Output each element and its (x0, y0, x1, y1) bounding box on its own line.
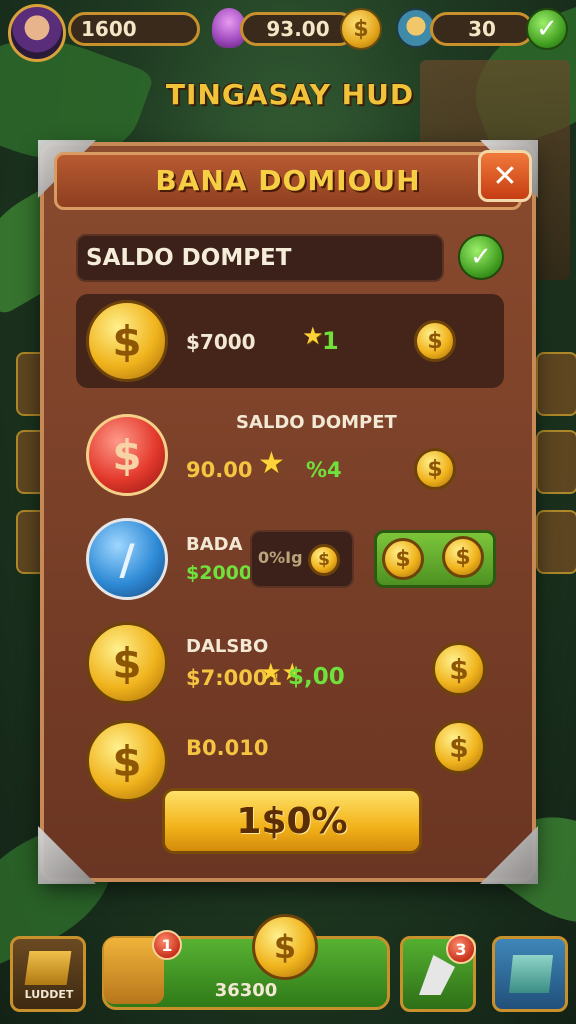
coin-icon: $ (308, 544, 340, 576)
crate-icon (24, 951, 72, 985)
sapphire-coin-icon: / (86, 518, 168, 600)
box-icon (509, 955, 553, 993)
tool-icon (419, 955, 455, 995)
coin-icon: $ (414, 448, 456, 490)
row2-amount: 90.00 (186, 458, 253, 482)
row2-label: SALDO DOMPET (236, 412, 397, 433)
star-icon: ★ (302, 322, 324, 350)
coin-icon: $ (432, 720, 486, 774)
panel-title: BANA DOMIOUH (155, 164, 421, 197)
dollar-coin-icon: $ (86, 720, 168, 802)
notification-badge: 1 (152, 930, 182, 960)
row2-bonus: %4 (306, 458, 342, 482)
center-value: 36300 (214, 980, 278, 1001)
notification-badge: 3 (446, 934, 476, 964)
dollar-coin-icon: $ (86, 622, 168, 704)
confirm-check-icon[interactable]: ✓ (526, 8, 568, 50)
wallet-panel: BANA DOMIOUH ✕ SALDO DOMPET ✓ $ $7000 ★ … (38, 140, 538, 884)
dollar-coin-icon: $ (86, 300, 168, 382)
pet-value: 30 (468, 17, 496, 41)
coins-bar: 1600 (68, 12, 200, 46)
close-icon: ✕ (492, 158, 518, 194)
corner-ornament-icon (480, 826, 538, 884)
action-button[interactable]: 1$0% (162, 788, 422, 854)
row3-label: BADA (186, 534, 243, 555)
row3-amount: $2000 (186, 562, 253, 584)
row3-slot-text: 0%Ig (258, 548, 303, 567)
star-icon: ★ (258, 446, 285, 481)
wallet-check-icon[interactable]: ✓ (458, 234, 504, 280)
row4-label: DALSBO (186, 636, 269, 657)
row1-bonus: 1 (322, 327, 339, 355)
top-hud: 1600 93.00 $ 30 ✓ (0, 0, 576, 64)
coin-icon: $ (432, 642, 486, 696)
close-button[interactable]: ✕ (478, 150, 532, 202)
coin-icon: $ (382, 538, 424, 580)
row5-amount: B0.010 (186, 736, 269, 760)
shop-button[interactable] (492, 936, 568, 1012)
row4-bonus: $,00 (288, 664, 345, 690)
player-avatar[interactable] (8, 4, 66, 62)
coins-value: 1600 (81, 17, 137, 41)
main-coin-icon: $ (252, 914, 318, 980)
row1-amount: $7000 (186, 330, 256, 354)
coin-icon: $ (442, 536, 484, 578)
gems-bar: 93.00 (240, 12, 356, 46)
coin-icon: $ (414, 320, 456, 362)
corner-ornament-icon (38, 826, 96, 884)
wallet-label: SALDO DOMPET (76, 234, 444, 282)
gems-value: 93.00 (266, 17, 330, 41)
inventory-label: LUDDET (24, 988, 74, 1001)
ruby-coin-icon: $ (86, 414, 168, 496)
game-title: TINGASAY HUD (165, 78, 415, 111)
panel-header: BANA DOMIOUH (54, 152, 522, 210)
add-coins-icon[interactable]: $ (340, 8, 382, 50)
pet-bar: 30 (430, 12, 534, 46)
